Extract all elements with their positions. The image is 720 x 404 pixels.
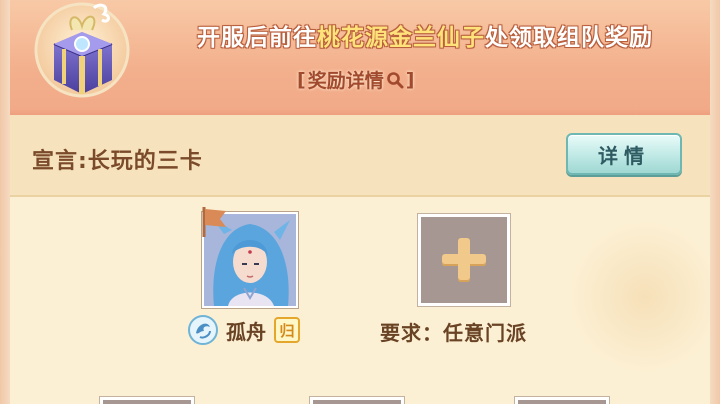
lower-slot-right[interactable]: [515, 397, 609, 404]
reward-banner: 开服后前往桃花源金兰仙子处领取组队奖励 [ 奖励详情 ]: [10, 0, 710, 115]
headline-post: 处领取组队奖励: [485, 25, 653, 51]
slot-requirement: 要求：任意门派: [380, 321, 527, 345]
reward-link-open: [: [297, 68, 306, 91]
declaration-row: 宣言:长玩的三卡 详情: [10, 115, 710, 197]
member-name-row: 孤舟 归: [188, 315, 300, 345]
headline-pre: 开服后前往: [197, 25, 317, 51]
member-slots: 孤舟 归 要求：任意门派: [10, 197, 710, 404]
banner-headline: 开服后前往桃花源金兰仙子处领取组队奖励: [150, 18, 700, 52]
lower-slot-middle[interactable]: [310, 397, 404, 404]
team-panel: 开服后前往桃花源金兰仙子处领取组队奖励 [ 奖励详情 ] 宣言:长玩的三卡 详情: [10, 0, 710, 404]
reward-link-label: 奖励详情: [307, 70, 384, 92]
lower-slot-left[interactable]: [100, 397, 194, 404]
gift-box-icon[interactable]: [34, 0, 144, 110]
reward-link-close: ]: [405, 68, 415, 91]
return-badge: 归: [274, 317, 300, 343]
detail-button[interactable]: 详情: [566, 133, 682, 175]
reward-details-link[interactable]: [ 奖励详情 ]: [297, 66, 414, 93]
add-member-button[interactable]: [418, 214, 510, 306]
school-emblem-icon: [188, 315, 218, 345]
flag-icon: [198, 205, 228, 239]
headline-highlight: 桃花源金兰仙子: [317, 25, 485, 51]
member-name: 孤舟: [226, 319, 266, 344]
search-icon: [386, 71, 404, 89]
declaration-text: 宣言:长玩的三卡: [32, 149, 203, 174]
